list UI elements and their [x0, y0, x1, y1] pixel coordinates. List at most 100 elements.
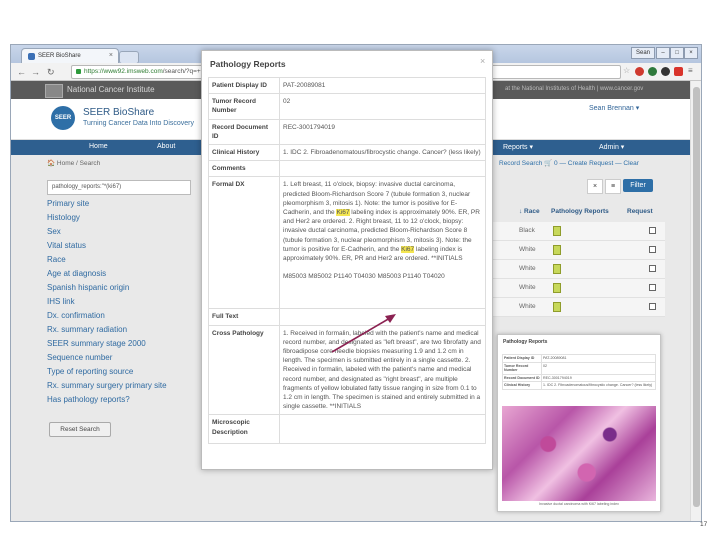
request-checkbox[interactable] [649, 303, 656, 310]
modal-title: Pathology Reports [210, 59, 286, 69]
search-input[interactable]: pathology_reports:"*(ki67) [47, 180, 191, 195]
column-race[interactable]: ↓ Race [519, 208, 540, 215]
table-row[interactable]: White [485, 279, 665, 298]
nih-link[interactable]: at the National Institutes of Health | w… [505, 86, 643, 92]
formal-dx-value: 1. Left breast, 11 o'clock, biopsy: inva… [279, 176, 486, 310]
extension-icon[interactable] [661, 67, 670, 76]
facet-rx-surgery[interactable]: Rx. summary surgery primary site [47, 381, 167, 390]
reload-icon[interactable]: ↻ [47, 67, 55, 78]
agency-name[interactable]: National Cancer Institute [67, 85, 155, 94]
field-value: PAT-20089081 [279, 76, 486, 95]
modal-close-icon[interactable]: × [480, 56, 485, 66]
scrollbar-thumb[interactable] [693, 87, 700, 507]
extension-icon[interactable] [674, 67, 683, 76]
breadcrumb[interactable]: 🏠 Home / Search [47, 159, 100, 167]
field-value [279, 160, 486, 178]
request-checkbox[interactable] [649, 265, 656, 272]
ki67-highlight: Ki67 [401, 245, 415, 253]
field-label: Record Document ID [208, 118, 280, 146]
nav-about[interactable]: About [157, 143, 175, 150]
list-view-icon[interactable]: ≡ [605, 179, 621, 194]
tab-title: SEER BioShare [38, 53, 81, 59]
back-arrow-icon[interactable]: ← [17, 67, 26, 77]
user-menu[interactable]: Sean Brennan ▾ [589, 104, 639, 112]
browser-tab[interactable]: SEER BioShare × [21, 48, 119, 64]
facet-age[interactable]: Age at diagnosis [47, 269, 106, 278]
document-icon[interactable] [553, 264, 561, 274]
field-value: 1. IDC 2. Fibroadenomatous/fibrocystic c… [541, 381, 656, 390]
table-row: Comments [208, 160, 486, 178]
document-icon[interactable] [553, 283, 561, 293]
field-label: Tumor Record Number [208, 93, 280, 120]
page-scrollbar[interactable] [690, 81, 701, 521]
maximize-icon[interactable]: □ [670, 47, 684, 59]
facet-primary-site[interactable]: Primary site [47, 199, 89, 208]
table-row: Microscopic Description [208, 414, 486, 445]
request-links[interactable]: Record Search 🛒 0 — Create Request — Cle… [499, 159, 639, 167]
facet-dx-confirmation[interactable]: Dx. confirmation [47, 311, 105, 320]
search-value: pathology_reports:"*(ki67) [52, 184, 122, 190]
bookmark-star-icon[interactable]: ☆ [623, 66, 630, 75]
facet-histology[interactable]: Histology [47, 213, 80, 222]
facet-rx-radiation[interactable]: Rx. summary radiation [47, 325, 127, 334]
extension-icon[interactable] [648, 67, 657, 76]
field-label: Clinical History [208, 144, 280, 162]
user-badge[interactable]: Sean [631, 47, 655, 59]
facet-sex[interactable]: Sex [47, 227, 61, 236]
nci-logo-icon[interactable] [45, 84, 63, 98]
table-row: Formal DX 1. Left breast, 11 o'clock, bi… [208, 176, 486, 310]
request-checkbox[interactable] [649, 284, 656, 291]
menu-icon[interactable]: ≡ [688, 66, 693, 75]
document-icon[interactable] [553, 226, 561, 236]
facet-sequence-number[interactable]: Sequence number [47, 353, 112, 362]
facet-ihs-link[interactable]: IHS link [47, 297, 75, 306]
field-label: Microscopic Description [208, 414, 280, 445]
field-label: Cross Pathology [208, 324, 280, 416]
favicon-icon [28, 53, 35, 60]
tab-close-icon[interactable]: × [109, 52, 113, 59]
column-pathology-reports[interactable]: Pathology Reports [551, 208, 609, 215]
request-checkbox[interactable] [649, 246, 656, 253]
table-row[interactable]: Black [485, 222, 665, 241]
ki67-highlight: Ki67 [336, 209, 350, 217]
inset-table: Patient Display ID PAT-20089081 Tumor Rec… [502, 354, 656, 390]
extension-icon[interactable] [635, 67, 644, 76]
document-icon[interactable] [553, 245, 561, 255]
histology-caption: Invasive ductal carcinoma with Ki67 labe… [539, 502, 619, 506]
facet-hispanic-origin[interactable]: Spanish hispanic origin [47, 283, 129, 292]
site-title[interactable]: SEER BioShare [83, 107, 154, 118]
table-row: Patient Display ID PAT-20089081 [208, 76, 486, 95]
filter-button[interactable]: Filter [623, 179, 653, 192]
race-cell: White [519, 303, 536, 310]
forward-arrow-icon[interactable]: → [31, 67, 40, 77]
annotation-arrow-icon [331, 314, 396, 353]
nav-home[interactable]: Home [89, 143, 108, 150]
field-label: Patient Display ID [502, 354, 542, 363]
minimize-icon[interactable]: – [656, 47, 670, 59]
table-row: Clinical History 1. IDC 2. Fibroadenomat… [208, 144, 486, 162]
document-icon[interactable] [553, 302, 561, 312]
facet-reporting-source[interactable]: Type of reporting source [47, 367, 133, 376]
table-row[interactable]: White [485, 241, 665, 260]
request-checkbox[interactable] [649, 227, 656, 234]
seer-logo[interactable]: SEER [51, 106, 75, 130]
table-row: Tumor Record Number 02 [502, 361, 656, 375]
facet-race[interactable]: Race [47, 255, 66, 264]
facet-has-pathology[interactable]: Has pathology reports? [47, 395, 130, 404]
table-row: Tumor Record Number 02 [208, 93, 486, 120]
window-close-icon[interactable]: × [684, 47, 698, 59]
field-value: 1. IDC 2. Fibroadenomatous/fibrocystic c… [279, 144, 486, 162]
facet-vital-status[interactable]: Vital status [47, 241, 86, 250]
reset-search-button[interactable]: Reset Search [49, 422, 111, 437]
nav-admin[interactable]: Admin ▾ [599, 143, 624, 151]
column-request[interactable]: Request [627, 208, 653, 215]
table-row[interactable]: White [485, 298, 665, 317]
site-tagline: Turning Cancer Data Into Discovery [83, 120, 195, 127]
field-value: 02 [541, 361, 656, 375]
nav-reports[interactable]: Reports ▾ [503, 143, 533, 151]
close-x-icon[interactable]: × [587, 179, 603, 194]
facet-summary-stage[interactable]: SEER summary stage 2000 [47, 339, 146, 348]
pathology-reports-modal: Pathology Reports × Patient Display ID P… [201, 50, 493, 470]
field-value: PAT-20089081 [541, 354, 656, 363]
table-row[interactable]: White [485, 260, 665, 279]
